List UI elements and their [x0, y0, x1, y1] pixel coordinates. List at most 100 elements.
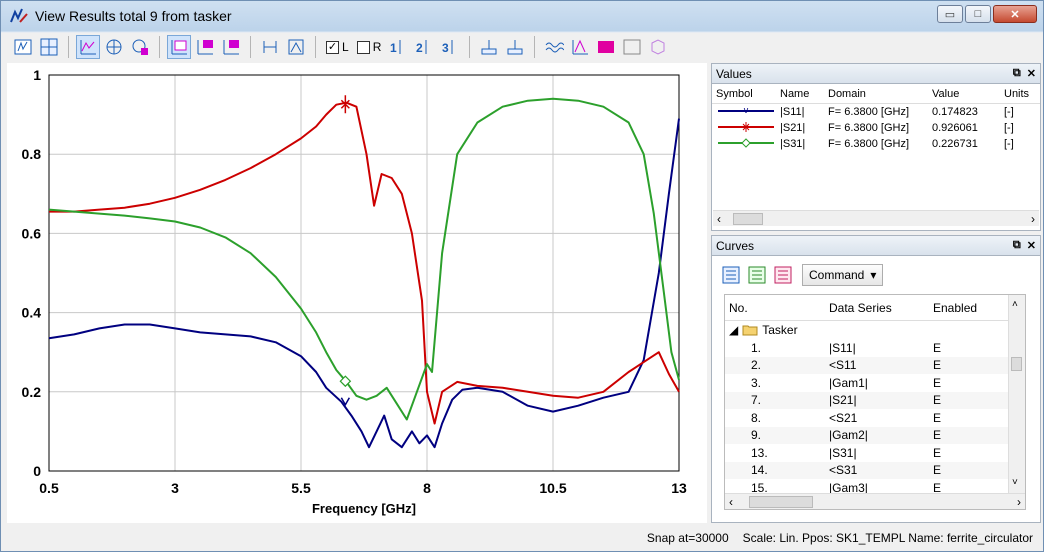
enable-all-icon[interactable] [746, 264, 768, 286]
values-row[interactable]: |S21| F= 6.3800 [GHz] 0.926061 [-] [712, 120, 1040, 136]
tree-group-tasker[interactable]: ◢ Tasker [725, 321, 1025, 339]
svg-text:1: 1 [390, 41, 397, 55]
curve-row[interactable]: 8. <S21 E [725, 409, 1025, 427]
curve-row[interactable]: 7. |S21| E [725, 391, 1025, 409]
curve-row[interactable]: 3. |Gam1| E [725, 374, 1025, 392]
smith-chart-icon[interactable] [102, 35, 126, 59]
results-chart[interactable]: 0.5 3 5.5 8 10.5 13 0 0.2 0.4 0.6 0.8 1 Frequency [G… [7, 63, 707, 523]
qu-scale-icon[interactable] [219, 35, 243, 59]
toolbar-separator [250, 36, 251, 58]
curves-hscrollbar[interactable]: ‹ › [725, 493, 1025, 509]
three-d-icon[interactable] [646, 35, 670, 59]
curve-enabled[interactable]: E [933, 428, 1013, 442]
db-scale-icon[interactable] [193, 35, 217, 59]
autoscale-icon[interactable] [258, 35, 282, 59]
curve-enabled[interactable]: E [933, 358, 1013, 372]
curve-row[interactable]: 2. <S11 E [725, 356, 1025, 374]
values-row[interactable]: |S31| F= 6.3800 [GHz] 0.226731 [-] [712, 136, 1040, 152]
row-domain: F= 6.3800 [GHz] [828, 122, 910, 134]
power-icon[interactable] [594, 35, 618, 59]
close-panel-icon[interactable]: ✕ [1027, 67, 1036, 80]
x-axis-label: Frequency [GHz] [312, 501, 416, 516]
curve-enabled[interactable]: E [933, 463, 1013, 477]
wave-icon[interactable] [542, 35, 566, 59]
y-tick-label: 0.4 [22, 305, 42, 321]
float-panel-icon[interactable]: ⧉ [1013, 239, 1021, 252]
swr-gd-icon[interactable] [620, 35, 644, 59]
title-bar: View Results total 9 from tasker ▭ □ ✕ [1, 1, 1043, 31]
right-axis-checkbox[interactable]: R [356, 40, 381, 54]
col-no[interactable]: No. [725, 301, 829, 315]
col-name[interactable]: Name [780, 88, 828, 100]
linear-scale-icon[interactable] [167, 35, 191, 59]
plot-area[interactable]: 0.5 3 5.5 8 10.5 13 0 0.2 0.4 0.6 0.8 1 Frequency [G… [7, 63, 707, 523]
curve-enabled[interactable]: E [933, 376, 1013, 390]
maximize-button[interactable]: □ [965, 5, 991, 23]
left-axis-label: L [342, 40, 349, 54]
grid-toggle-icon[interactable] [37, 35, 61, 59]
marker-def-icon[interactable] [503, 35, 527, 59]
marker-3-icon[interactable]: 3 [438, 35, 462, 59]
marker-1-icon[interactable]: 1 [386, 35, 410, 59]
marker-to-icon[interactable] [477, 35, 501, 59]
col-value[interactable]: Value [932, 88, 1004, 100]
peak-icon[interactable] [568, 35, 592, 59]
y-tick-label: 0.8 [22, 146, 42, 162]
command-dropdown-label: Command [809, 268, 865, 282]
curve-row[interactable]: 13. |S31| E [725, 444, 1025, 462]
zoom-fit-icon[interactable] [284, 35, 308, 59]
scroll-down-icon[interactable]: ˅ [1012, 477, 1018, 488]
symbol-swatch [712, 137, 780, 151]
col-enabled[interactable]: Enabled [933, 301, 1013, 315]
scroll-up-icon[interactable]: ˄ [1012, 299, 1018, 310]
left-axis-checkbox[interactable]: ✓ L [326, 40, 349, 54]
minimize-button[interactable]: ▭ [937, 5, 963, 23]
curve-series: |Gam1| [829, 375, 868, 390]
row-domain: F= 6.3800 [GHz] [828, 106, 910, 118]
scroll-right-icon[interactable]: › [1031, 212, 1035, 226]
sort-curves-icon[interactable] [720, 264, 742, 286]
curve-enabled[interactable]: E [933, 393, 1013, 407]
expand-arrow-icon[interactable]: ◢ [729, 323, 738, 337]
float-panel-icon[interactable]: ⧉ [1013, 67, 1021, 80]
toolbar-separator [469, 36, 471, 58]
x-tick-label: 10.5 [539, 480, 566, 496]
scroll-thumb[interactable] [733, 212, 763, 225]
disable-all-icon[interactable] [772, 264, 794, 286]
curve-row[interactable]: 9. |Gam2| E [725, 426, 1025, 444]
curve-row[interactable]: 1. |S11| E [725, 339, 1025, 357]
curve-row[interactable]: 14. <S31 E [725, 461, 1025, 479]
values-hscrollbar[interactable]: ‹ › [713, 210, 1039, 226]
scroll-thumb[interactable] [749, 495, 813, 508]
curve-no: 8. [751, 410, 762, 425]
curve-no: 1. [751, 340, 762, 355]
close-panel-icon[interactable]: ✕ [1027, 239, 1036, 252]
scroll-left-icon[interactable]: ‹ [717, 212, 721, 226]
snap-status: Snap at=30000 [646, 531, 729, 545]
col-symbol[interactable]: Symbol [712, 88, 780, 100]
scroll-right-icon[interactable]: › [1017, 495, 1021, 509]
row-units: [-] [1004, 106, 1014, 118]
command-dropdown[interactable]: Command ▾ [802, 264, 884, 286]
y-tick-label: 0.2 [22, 384, 42, 400]
window-title: View Results total 9 from tasker [35, 8, 232, 24]
col-units[interactable]: Units [1004, 88, 1038, 100]
close-button[interactable]: ✕ [993, 5, 1037, 23]
toolbar-separator [68, 36, 69, 58]
curves-vscrollbar[interactable]: ˄ ˅ [1008, 295, 1025, 493]
marker-2-icon[interactable]: 2 [412, 35, 436, 59]
curve-enabled[interactable]: E [933, 341, 1013, 355]
scroll-thumb[interactable] [1011, 357, 1022, 371]
curve-series: |S31| [829, 445, 857, 460]
col-data-series[interactable]: Data Series [829, 301, 933, 315]
curves-commandbar: Command ▾ [720, 264, 884, 286]
svg-text:v: v [744, 106, 749, 115]
polar-plot-icon[interactable] [128, 35, 152, 59]
curve-enabled[interactable]: E [933, 446, 1013, 460]
scroll-left-icon[interactable]: ‹ [729, 495, 733, 509]
rect-plot-icon[interactable] [76, 35, 100, 59]
col-domain[interactable]: Domain [828, 88, 932, 100]
curve-enabled[interactable]: E [933, 411, 1013, 425]
values-row[interactable]: v |S11| F= 6.3800 [GHz] 0.174823 [-] [712, 104, 1040, 120]
sparam-select-icon[interactable] [11, 35, 35, 59]
